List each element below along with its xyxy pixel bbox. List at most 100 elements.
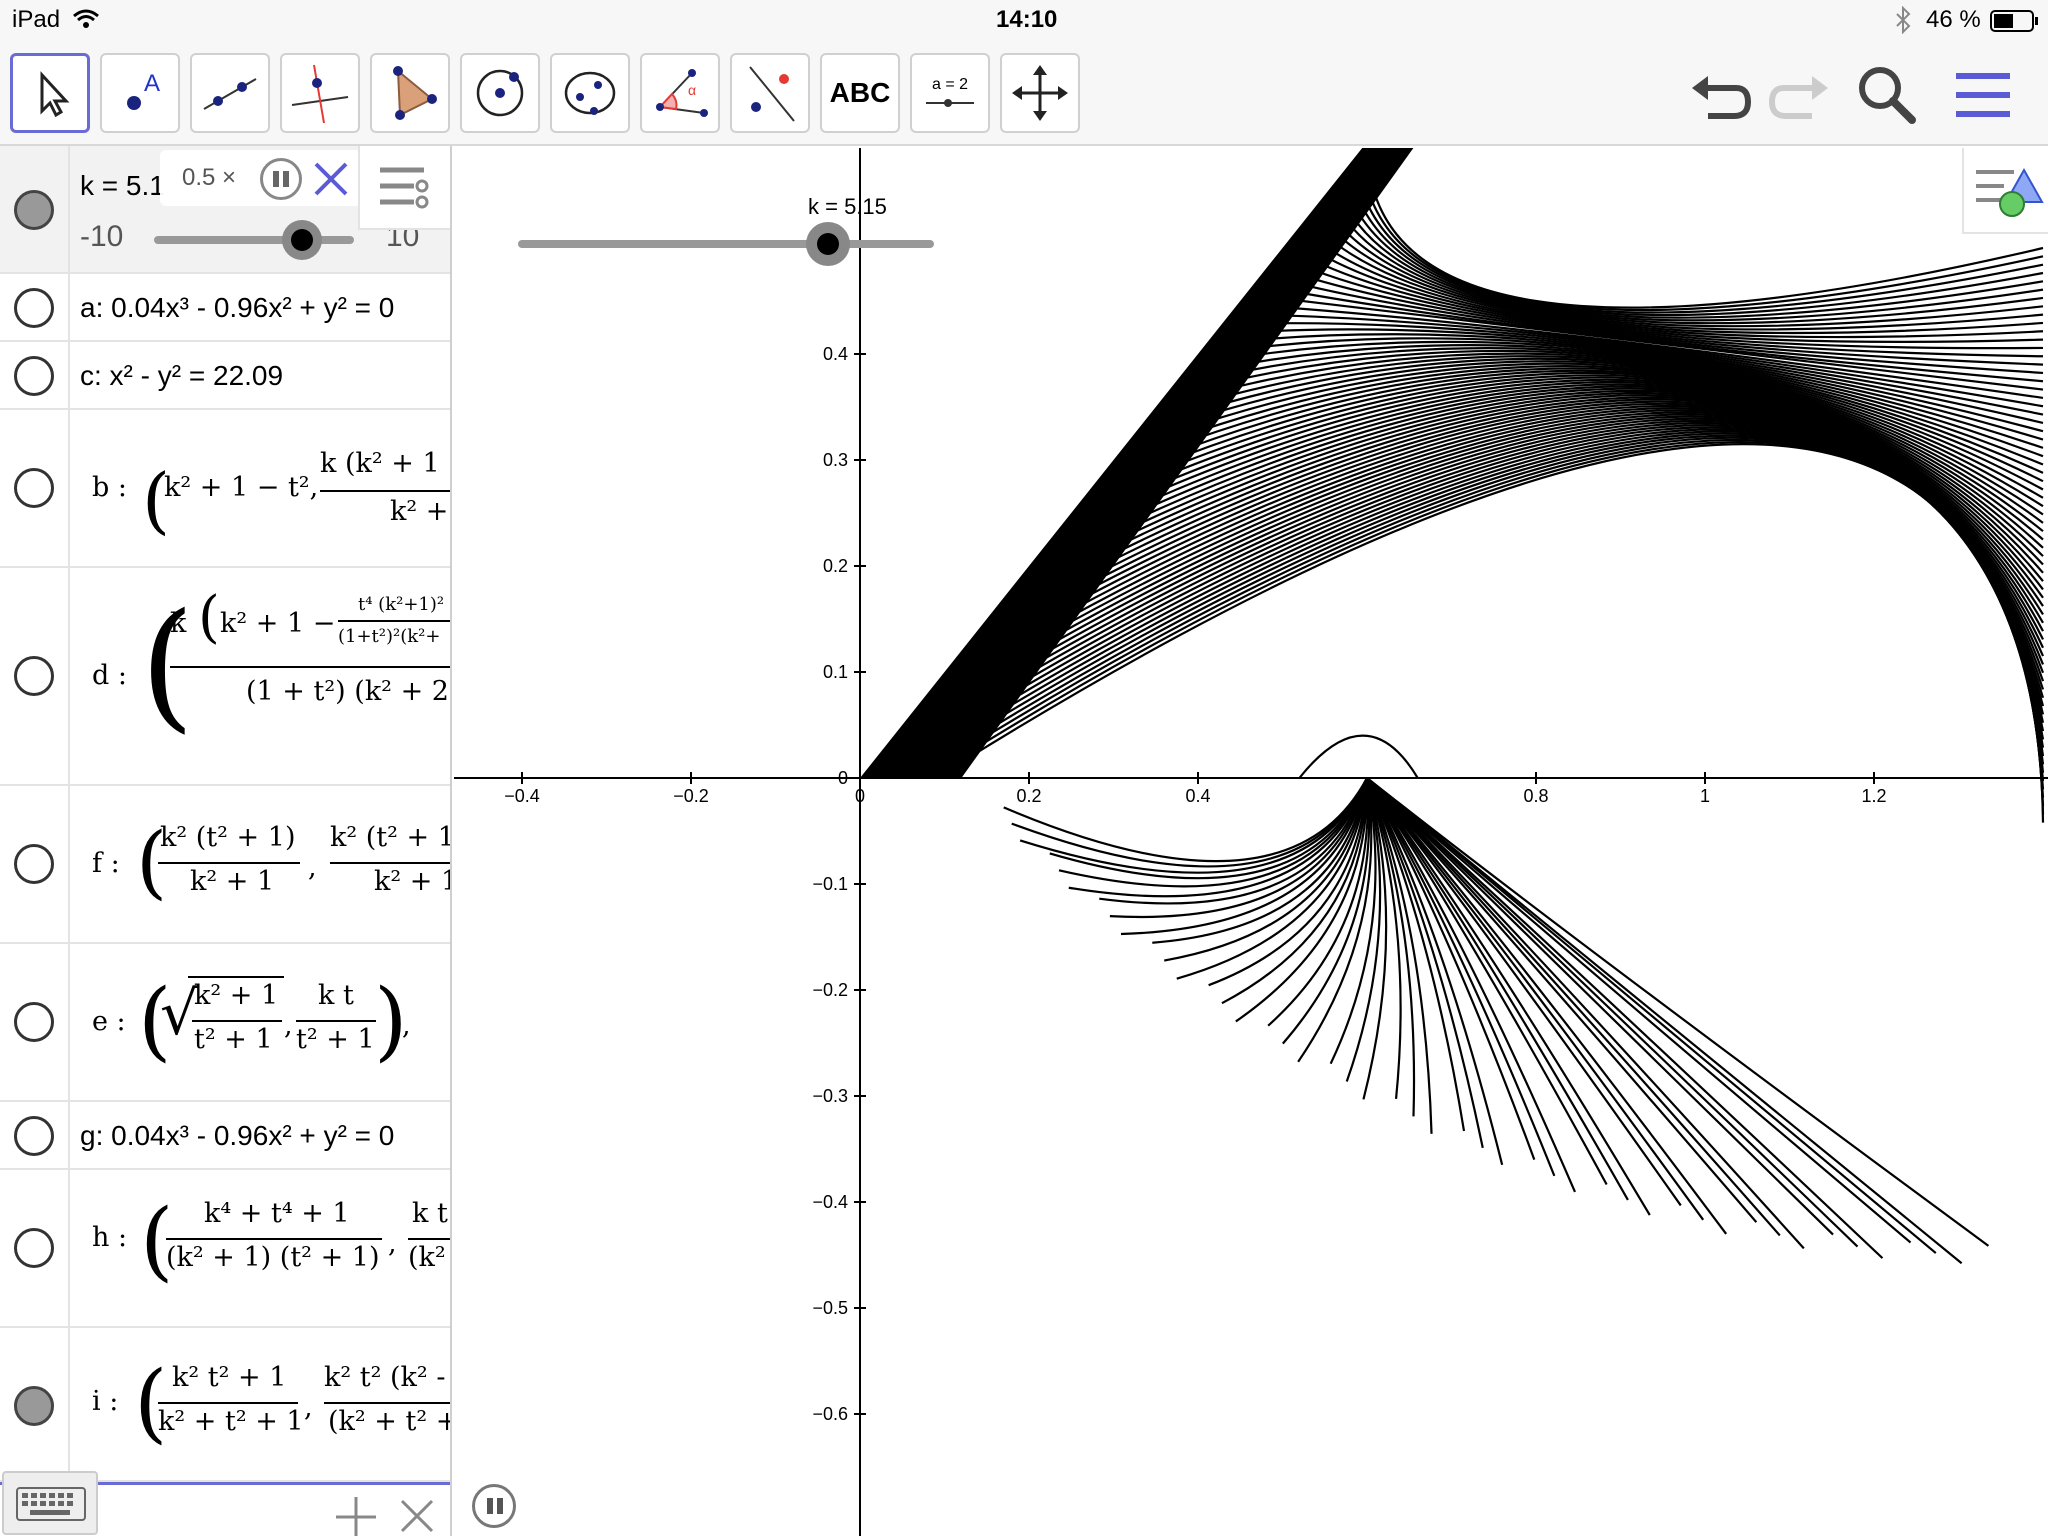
menu-icon[interactable] [1948,60,2018,130]
curve-family [860,148,2045,1265]
upper-curve [1341,178,2044,319]
close-icon[interactable] [312,160,350,198]
animation-pause-button[interactable] [472,1484,516,1528]
label-f: f : [92,848,120,879]
algebra-row-b[interactable]: b : ( k² + 1 − t², k (k² + 1 k² + [0,410,450,568]
polygon-tool[interactable] [370,53,450,133]
settings-lines-icon [380,167,429,209]
algebra-row-d[interactable]: d : ( k ( k² + 1 − t⁴ (k²+1)² (1+t²)²(k²… [0,568,450,786]
arrow-cursor-icon [40,71,70,118]
y-tick-label: −0.5 [812,1298,848,1318]
expr-d-den: (1 + t²) (k² + 2 [246,676,449,707]
move-tool[interactable] [10,53,90,133]
perpendicular-tool[interactable] [280,53,360,133]
keyboard-button[interactable] [2,1471,98,1535]
algebra-row-h[interactable]: h : ( k⁴ + t⁴ + 1 (k² + 1) (t² + 1) , k … [0,1170,450,1328]
expr-d-k: k [170,608,187,639]
circle-tool[interactable] [460,53,540,133]
keyboard-icon [16,1487,86,1521]
slider-handle-k[interactable] [282,220,322,260]
input-bar[interactable] [0,1471,450,1536]
lower-curve [1208,777,1369,987]
expr-i-den2: (k² + t² + [328,1406,452,1437]
line-icon [203,78,257,110]
visibility-toggle-e[interactable] [14,1002,54,1042]
reflect-tool[interactable] [730,53,810,133]
svg-text:a = 2: a = 2 [932,76,968,93]
circle-icon [476,69,524,117]
point-tool[interactable]: A [100,53,180,133]
visibility-toggle-k[interactable] [14,190,54,230]
algebra-row-i[interactable]: i : ( k² t² + 1 k² + t² + 1 , k² t² (k² … [0,1328,452,1482]
x-tick-label: −0.4 [504,786,540,806]
conic-tool[interactable] [550,53,630,133]
svg-text:A: A [144,70,160,97]
visibility-toggle-d[interactable] [14,656,54,696]
animation-speed[interactable]: 0.5 × [182,164,236,192]
slider-icon: a = 2 [926,76,974,107]
point-icon: A [127,70,160,110]
slider-label-k: k = 5.1 [80,170,165,201]
battery-icon [1990,10,2038,32]
visibility-toggle-g[interactable] [14,1116,54,1156]
x-tick-label: 0.8 [1523,786,1548,806]
label-d: d : [92,660,127,691]
y-tick-label: 0 [838,768,848,788]
expr-d-inner: k² + 1 − [220,608,336,639]
algebra-settings-button[interactable] [358,146,450,230]
expr-b-num: k (k² + 1 [320,448,440,479]
lower-curve [1366,777,1834,1236]
visibility-toggle-f[interactable] [14,844,54,884]
style-bar-icon [1976,167,2044,217]
search-icon[interactable] [1852,60,1922,130]
equation-a: a: 0.04x³ - 0.96x² + y² = 0 [80,292,395,323]
algebra-row-c[interactable]: c: x² - y² = 22.09 [0,342,450,410]
clear-input-icon[interactable] [398,1495,438,1535]
angle-icon: α [656,69,708,117]
loop-curve [1298,734,1419,779]
label-h: h : [92,1222,128,1253]
algebra-row-f[interactable]: f : ( k² (t² + 1) k² + 1 , k² (t² + 1 k²… [0,786,452,944]
status-bar: iPad 14:10 46 % [0,0,2048,40]
battery-percent: 46 % [1926,6,1981,33]
label-b: b : [92,472,127,503]
visibility-toggle-a[interactable] [14,288,54,328]
slider-track-k[interactable] [154,236,354,244]
visibility-toggle-b[interactable] [14,468,54,508]
expr-b-den: k² + [390,496,449,527]
slider-row-k[interactable]: k = 5.1 -10 10 0.5 × [0,146,450,274]
upper-curve [1347,169,2044,317]
expr-h-den2: (k² [408,1242,446,1273]
expr-f-num1: k² (t² + 1) [160,822,296,853]
visibility-toggle-h[interactable] [14,1228,54,1268]
y-tick-label: −0.2 [812,980,848,1000]
graphics-canvas[interactable]: −0.4 −0.2 0 0.2 0.4 0.8 1 1.2 0.4 0.3 0.2 0.1 0 −0.1… [454,148,2048,1536]
perpendicular-line-icon [291,64,349,124]
lower-curve [1366,777,1963,1265]
lower-curve [1366,777,1912,1244]
undo-icon[interactable] [1686,60,1756,130]
expr-f-den2: k² + 1 [374,866,452,897]
expr-i-den1: k² + t² + 1 [158,1406,304,1437]
graphics-style-bar-toggle[interactable] [1962,148,2048,234]
angle-tool[interactable]: α [640,53,720,133]
algebra-row-e[interactable]: e : ( √ k² + 1 t² + 1 , k t t² + 1 ) , [0,944,450,1102]
lower-curve [1366,777,1758,1223]
add-icon[interactable] [334,1493,378,1536]
expr-d-small-num: t⁴ (k²+1)² [358,594,445,615]
line-tool[interactable] [190,53,270,133]
text-tool[interactable]: ABC [820,53,900,133]
y-tick-label: 0.2 [823,556,848,576]
graphics-view[interactable]: −0.4 −0.2 0 0.2 0.4 0.8 1 1.2 0.4 0.3 0.2 0.1 0 −0.1… [454,148,2048,1536]
slider-min: -10 [80,220,124,253]
move-graphics-tool[interactable] [1000,53,1080,133]
algebra-row-g[interactable]: g: 0.04x³ - 0.96x² + y² = 0 [0,1102,450,1170]
expr-i-num2: k² t² (k² - [324,1362,446,1393]
visibility-toggle-c[interactable] [14,356,54,396]
redo-icon[interactable] [1764,60,1834,130]
algebra-row-a[interactable]: a: 0.04x³ - 0.96x² + y² = 0 [0,274,450,342]
slider-tool[interactable]: a = 2 [910,53,990,133]
pause-button[interactable] [260,158,302,200]
visibility-toggle-i[interactable] [14,1386,54,1426]
label-i: i : [92,1386,119,1417]
